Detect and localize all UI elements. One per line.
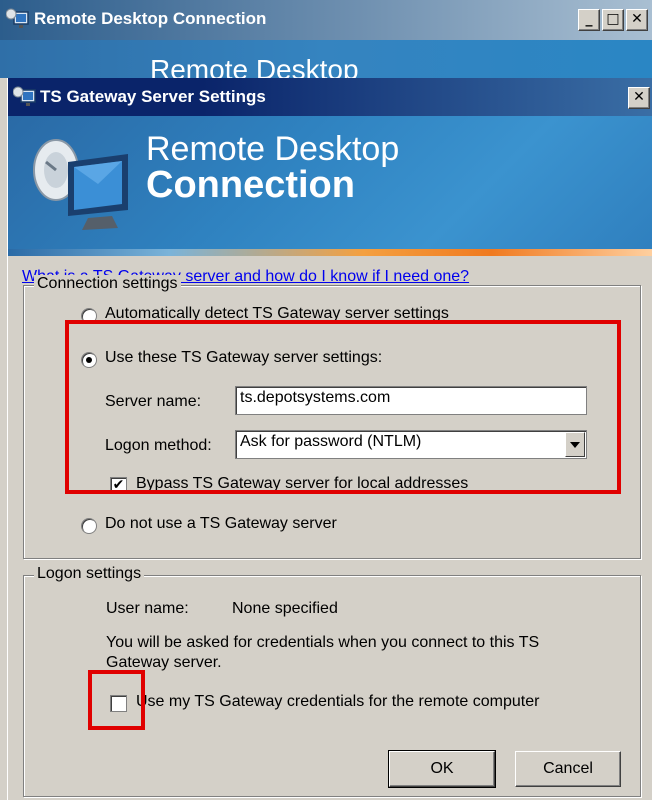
logon-settings-legend: Logon settings	[34, 565, 145, 583]
banner-title-line2: Connection	[146, 164, 355, 206]
background-banner: Remote Desktop	[0, 40, 652, 78]
banner-stripe	[8, 249, 652, 256]
background-window-title: Remote Desktop Connection	[34, 9, 267, 28]
background-banner-text: Remote Desktop	[150, 54, 359, 78]
no-gateway-radio[interactable]	[81, 518, 97, 534]
highlight-box-credentials-checkbox	[88, 670, 145, 730]
background-titlebar[interactable]: Remote Desktop Connection _ □ ✕	[0, 0, 652, 40]
minimize-icon: _	[585, 11, 593, 27]
maximize-button[interactable]: □	[602, 9, 624, 31]
remote-desktop-app-icon	[6, 8, 29, 28]
dialog-title: TS Gateway Server Settings	[40, 87, 266, 106]
user-name-value: None specified	[232, 600, 338, 617]
highlight-box-gateway-settings	[65, 320, 621, 494]
maximize-icon: □	[606, 11, 620, 27]
close-icon: ✕	[631, 11, 643, 27]
dialog-close-button[interactable]: ✕	[628, 87, 650, 109]
user-name-label: User name:	[106, 600, 189, 617]
background-close-button[interactable]: ✕	[626, 9, 648, 31]
connection-settings-legend: Connection settings	[34, 275, 181, 293]
dialog-titlebar[interactable]: TS Gateway Server Settings ✕	[8, 78, 652, 116]
ok-button[interactable]: OK	[388, 750, 496, 788]
credentials-info-line1: You will be asked for credentials when y…	[106, 634, 540, 651]
no-gateway-label[interactable]: Do not use a TS Gateway server	[105, 515, 337, 533]
cancel-button[interactable]: Cancel	[515, 751, 621, 787]
close-icon: ✕	[633, 89, 645, 105]
use-credentials-label[interactable]: Use my TS Gateway credentials for the re…	[136, 693, 539, 711]
minimize-button[interactable]: _	[578, 9, 600, 31]
remote-desktop-app-icon	[13, 86, 36, 106]
dialog-banner: Remote Desktop Connection	[8, 116, 652, 256]
remote-desktop-logo-icon	[33, 139, 128, 230]
